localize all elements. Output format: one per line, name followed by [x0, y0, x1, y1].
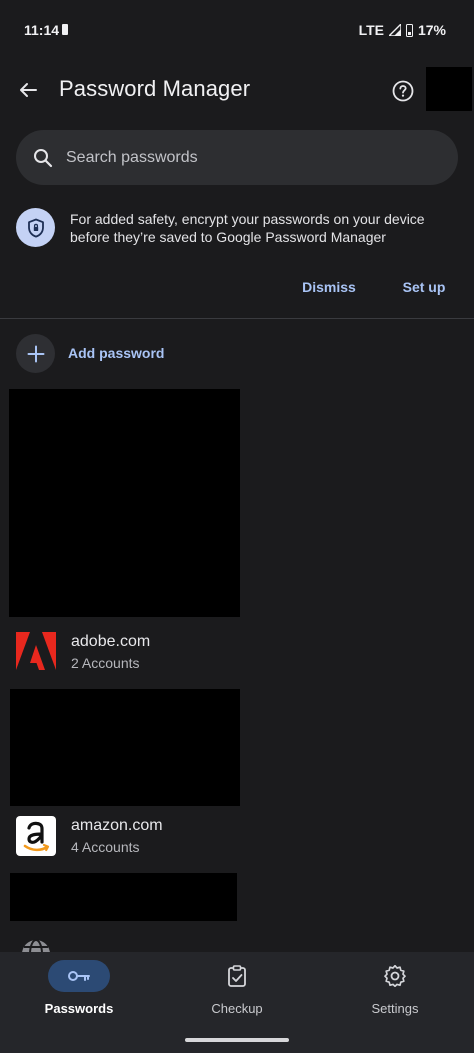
plus-icon: [27, 345, 44, 362]
amazon-logo: [16, 816, 56, 856]
nav-passwords-pill[interactable]: [48, 960, 110, 992]
search-icon: [34, 148, 53, 167]
battery-percent: 17%: [417, 22, 446, 38]
help-icon: [392, 80, 414, 102]
notification-phone-icon: [62, 24, 68, 35]
network-type: LTE: [358, 22, 384, 38]
redacted-entry: [9, 389, 240, 617]
redacted-entry: [10, 873, 237, 921]
password-item-accounts: 4 Accounts: [71, 839, 140, 855]
nav-checkup[interactable]: Checkup: [167, 960, 307, 1016]
arrow-back-icon: [20, 83, 37, 97]
nav-passwords[interactable]: Passwords: [9, 960, 149, 1016]
key-icon: [68, 971, 90, 981]
clipboard-check-icon: [228, 965, 246, 987]
nav-passwords-label: Passwords: [44, 1001, 114, 1016]
nav-settings[interactable]: Settings: [325, 960, 465, 1016]
nav-settings-pill[interactable]: [364, 960, 426, 992]
nav-checkup-label: Checkup: [211, 1001, 263, 1016]
password-item-accounts: 2 Accounts: [71, 655, 140, 671]
status-indicators: LTE 17%: [359, 22, 446, 38]
battery-icon: [405, 23, 413, 37]
dismiss-button[interactable]: Dismiss: [292, 273, 366, 301]
home-indicator[interactable]: [185, 1038, 289, 1042]
search-input[interactable]: [66, 148, 406, 167]
gear-icon: [384, 965, 406, 987]
encryption-banner-text: For added safety, encrypt your passwords…: [70, 211, 425, 245]
back-button[interactable]: [10, 72, 46, 108]
set-up-button[interactable]: Set up: [395, 273, 453, 301]
redacted-entry: [10, 689, 240, 806]
add-password-label[interactable]: Add password: [68, 345, 164, 361]
shield-badge: [16, 208, 55, 247]
search-bar[interactable]: [16, 130, 458, 185]
amazon-a-icon: [23, 821, 50, 852]
account-avatar-redacted[interactable]: [426, 67, 472, 111]
signal-icon: [388, 24, 401, 36]
password-item-site[interactable]: amazon.com: [71, 817, 163, 835]
divider: [0, 318, 474, 319]
page-title: Password Manager: [59, 76, 251, 101]
nav-settings-label: Settings: [371, 1001, 419, 1016]
shield-lock-icon: [27, 218, 44, 237]
nav-checkup-pill[interactable]: [206, 960, 268, 992]
password-item-site[interactable]: adobe.com: [71, 633, 150, 651]
status-time: 11:14: [24, 22, 60, 38]
add-password-button[interactable]: [16, 334, 55, 373]
help-button[interactable]: [386, 74, 420, 108]
adobe-logo: [16, 632, 56, 670]
